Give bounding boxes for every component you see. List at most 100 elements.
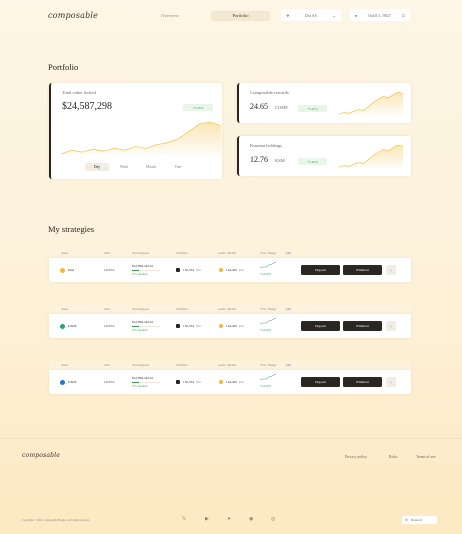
deposit-progress-track [132,270,160,271]
chart-area-fill [339,92,403,115]
tvl-period-tag[interactable]: 24h [285,363,292,367]
col-gains-header: Gains / Month [218,307,236,311]
gains-unit: DAI [239,269,244,272]
telegram-icon[interactable]: ➤ [227,516,231,522]
holdings-chart [339,144,403,168]
tvl-sparkline [260,373,276,381]
footer-link-privacy[interactable]: Privacy policy [345,455,367,459]
holdings-unit: KSM [275,158,285,163]
asset-name: USDC [68,380,78,384]
col-tvl-header: TVL Change [260,251,277,255]
holdings-change: +5.45% [298,158,327,165]
youtube-icon[interactable]: ▶ [205,516,209,522]
col-deposit-header: Total Deposit [132,363,149,367]
strategy-row: DAI 10.55% $12,960,345.45 25% deposited … [49,258,411,282]
tvl-sparkline [260,261,276,269]
medium-icon[interactable]: ◉ [249,516,253,522]
withdraw-button[interactable]: Withdraw [343,377,382,387]
col-deposit-header: Total Deposit [132,307,149,311]
gains-token-icon [219,268,223,272]
withdraw-button[interactable]: Withdraw [343,321,382,331]
footer-link-risks[interactable]: Risks [389,455,397,459]
deposit-progress-fill [132,270,139,271]
github-icon[interactable]: ◎ [271,516,275,522]
col-transfers-header: Transfers [176,307,188,311]
range-month[interactable]: Month [139,163,163,171]
total-value-change: +5.45% [183,104,213,111]
strategy-row: USDT 10.55% $12,960,345.45 25% deposited… [49,314,411,338]
col-apy-header: APY [104,307,111,311]
footer-logo[interactable]: composable [22,452,60,459]
rewards-amount: 24.65 [250,102,268,111]
language-label: Deutsch [410,518,422,522]
deposit-progress-fill [132,382,139,383]
portfolio-title: Portfolio [48,62,79,72]
asset-coin-icon [60,268,65,273]
chevron-down-icon: ⌄ [389,380,393,384]
range-day[interactable]: Day [85,163,109,171]
footer-divider [0,438,462,439]
transfers-value: 135,334 [183,380,195,384]
deposit-subtext: 25% deposited [132,273,148,276]
deposit-button[interactable]: Deposit [301,321,340,331]
col-gains-header: Gains / Month [218,363,236,367]
power-icon[interactable]: ⏻ [402,13,405,18]
wallet-button[interactable]: ● 0x4f13...9827 ⏻ [350,9,410,21]
strategies-title: My strategies [48,224,95,234]
twitter-icon[interactable]: 𝕏 [182,516,186,522]
total-value-amount: $24,587,298 [62,101,112,112]
chevron-down-icon: ⌄ [332,12,336,18]
chart-area-fill [61,122,221,155]
tvl-period-tag[interactable]: 24h [285,251,292,255]
asset-coin-icon [60,380,65,385]
col-tvl-header: TVL Change [260,307,277,311]
col-asset-header: Asset [61,307,68,311]
gains-value: 124,465 [226,268,238,272]
range-week[interactable]: Week [112,163,136,171]
nav-portfolio[interactable]: Portfolio [211,11,270,21]
expand-row-button[interactable]: ⌄ [386,265,396,275]
transfers-token-icon [176,380,180,384]
footer-link-terms[interactable]: Terms of use [416,455,436,459]
tvl-sparkline [260,317,276,325]
col-asset-header: Asset [61,251,68,255]
expand-row-button[interactable]: ⌄ [386,377,396,387]
asset-coin-icon [60,324,65,329]
tvl-change-value: +24.59% [260,272,271,276]
chart-area-fill [339,145,403,168]
col-gains-header: Gains / Month [218,251,236,255]
network-selector[interactable]: ❖ Dot SA ⌄ [281,9,341,21]
col-transfers-header: Transfers [176,363,188,367]
nav-overview[interactable]: Overview [150,11,190,21]
gains-token-icon [219,324,223,328]
footer-copyright: Copyright © 2021 Composable Finance. All… [22,519,90,522]
apy-value: 10.55% [104,268,115,272]
total-value-label: Total value locked [62,90,96,95]
gains-value: 124,465 [226,324,238,328]
header-logo[interactable]: composable [48,11,98,20]
tvl-change-value: +24.59% [260,328,271,332]
transfers-token-icon [176,324,180,328]
strategy-row: USDC 10.55% $12,960,345.45 25% deposited… [49,370,411,394]
transfers-unit: DAI [196,381,201,384]
strategy-table-header: Asset APY Total Deposit Transfers Gains / Mo… [49,305,411,314]
col-deposit-header: Total Deposit [132,251,149,255]
deposit-subtext: 25% deposited [132,329,148,332]
gains-unit: DAI [239,381,244,384]
deposit-button[interactable]: Deposit [301,377,340,387]
total-deposit-value: $12,960,345.45 [132,376,154,380]
withdraw-button[interactable]: Withdraw [343,265,382,275]
tvl-period-tag[interactable]: 24h [285,307,292,311]
strategy-table-header: Asset APY Total Deposit Transfers Gains / Mo… [49,361,411,370]
holdings-label: Kusama holdings [250,143,283,148]
total-deposit-value: $12,960,345.45 [132,320,154,324]
range-year[interactable]: Year [166,163,190,171]
deposit-button[interactable]: Deposit [301,265,340,275]
gains-value: 124,465 [226,380,238,384]
network-icon: ❖ [286,12,290,18]
gains-token-icon [219,380,223,384]
language-selector[interactable]: ⊕ Deutsch [402,516,437,524]
col-transfers-header: Transfers [176,251,188,255]
asset-name: DAI [68,268,75,272]
expand-row-button[interactable]: ⌄ [386,321,396,331]
